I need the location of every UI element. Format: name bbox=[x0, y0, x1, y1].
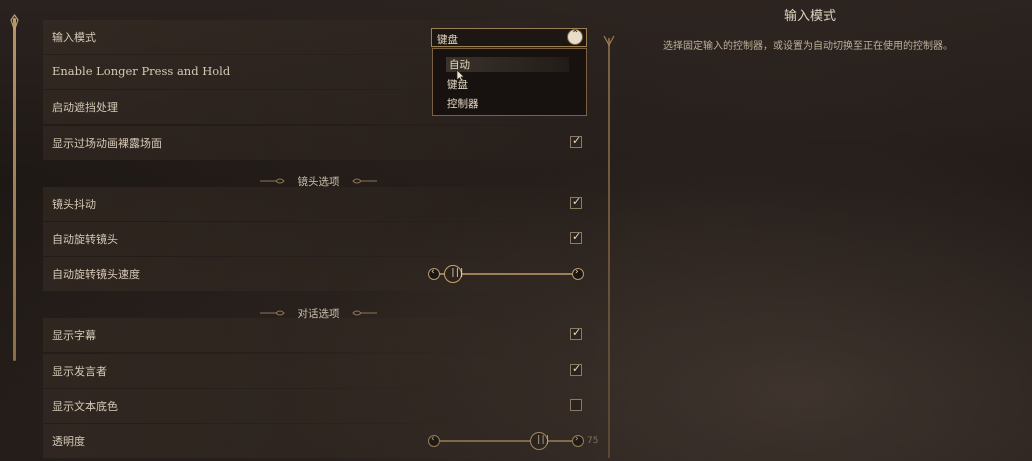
check-icon: ✓ bbox=[572, 326, 582, 339]
subtitles-checkbox[interactable]: ✓ bbox=[570, 326, 582, 340]
setting-row-camera-shake[interactable]: 镜头抖动 ✓ bbox=[43, 187, 594, 221]
grip-icon: ||| bbox=[450, 268, 464, 278]
setting-row-nudity[interactable]: 显示过场动画裸露场面 ✓ bbox=[43, 126, 594, 160]
text-bg-checkbox[interactable] bbox=[570, 399, 582, 411]
ornament-left-icon bbox=[260, 178, 286, 183]
check-icon: ✓ bbox=[572, 230, 582, 243]
setting-label: Enable Longer Press and Hold bbox=[52, 64, 231, 78]
setting-label: 启动遮挡处理 bbox=[52, 101, 118, 114]
panel-divider bbox=[608, 38, 610, 458]
speaker-checkbox[interactable]: ✓ bbox=[570, 362, 582, 376]
slider-increase-button[interactable]: › bbox=[572, 434, 584, 447]
setting-row-auto-rotate[interactable]: 自动旋转镜头 ✓ bbox=[43, 222, 594, 256]
setting-label: 显示文本底色 bbox=[52, 400, 118, 413]
auto-rotate-checkbox[interactable]: ✓ bbox=[570, 230, 582, 244]
slider-increase-button[interactable]: › bbox=[572, 267, 584, 280]
opacity-slider[interactable]: ‹ ||| › bbox=[428, 432, 584, 450]
setting-row-speaker[interactable]: 显示发言者 ✓ bbox=[43, 354, 594, 388]
slider-track[interactable] bbox=[440, 440, 572, 442]
ornament-left-icon bbox=[260, 310, 286, 315]
setting-row-text-bg[interactable]: 显示文本底色 bbox=[43, 389, 594, 423]
dropdown-selected-value: 键盘 bbox=[437, 34, 458, 46]
slider-decrease-button[interactable]: ‹ bbox=[428, 267, 440, 280]
slider-knob[interactable]: ||| bbox=[530, 432, 550, 450]
slider-knob[interactable]: ||| bbox=[444, 265, 464, 283]
check-icon: ✓ bbox=[572, 195, 582, 208]
dropdown-toggle-button[interactable]: ⌃ bbox=[567, 29, 583, 45]
setting-label: 显示过场动画裸露场面 bbox=[52, 137, 162, 150]
setting-label: 镜头抖动 bbox=[52, 198, 96, 211]
setting-label: 显示发言者 bbox=[52, 365, 107, 378]
panel-description: 选择固定输入的控制器，或设置为自动切换至正在使用的控制器。 bbox=[663, 41, 953, 52]
ornament-right-icon bbox=[351, 310, 377, 315]
nudity-checkbox[interactable]: ✓ bbox=[570, 134, 582, 148]
camera-shake-checkbox[interactable]: ✓ bbox=[570, 195, 582, 209]
chevron-up-icon: ⌃ bbox=[571, 29, 580, 40]
setting-label: 自动旋转镜头 bbox=[52, 233, 118, 246]
rotate-speed-slider[interactable]: ‹ ||| › bbox=[428, 265, 584, 283]
setting-label: 输入模式 bbox=[52, 31, 96, 44]
check-icon: ✓ bbox=[572, 362, 582, 375]
setting-row-subtitles[interactable]: 显示字幕 ✓ bbox=[43, 318, 594, 352]
slider-decrease-button[interactable]: ‹ bbox=[428, 434, 440, 447]
grip-icon: ||| bbox=[536, 435, 550, 445]
ornament-right-icon bbox=[351, 178, 377, 183]
scrollbar-track[interactable] bbox=[13, 18, 16, 361]
scrollbar-ornament-icon bbox=[10, 14, 19, 31]
setting-label: 自动旋转镜头速度 bbox=[52, 268, 140, 281]
divider-ornament-icon bbox=[603, 35, 615, 46]
pointer-cursor-icon bbox=[456, 69, 465, 83]
setting-label: 透明度 bbox=[52, 435, 85, 448]
setting-label: 显示字幕 bbox=[52, 329, 96, 342]
opacity-value: 75 bbox=[587, 436, 599, 446]
panel-title: 输入模式 bbox=[783, 9, 836, 24]
check-icon: ✓ bbox=[572, 134, 582, 147]
input-mode-dropdown[interactable]: 键盘 bbox=[431, 28, 587, 47]
dropdown-option-controller[interactable]: 控制器 bbox=[447, 96, 479, 111]
